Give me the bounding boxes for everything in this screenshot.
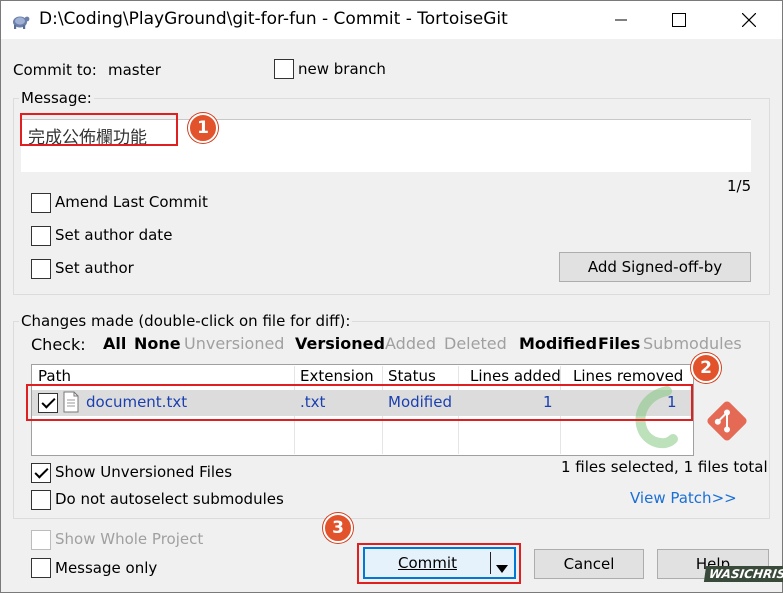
- commit-dialog: D:\Coding\PlayGround\git-for-fun - Commi…: [0, 0, 783, 593]
- column-path[interactable]: Path: [38, 367, 71, 385]
- set-author-label: Set author: [55, 259, 134, 277]
- window-title: D:\Coding\PlayGround\git-for-fun - Commi…: [39, 9, 508, 29]
- cancel-button[interactable]: Cancel: [534, 549, 644, 579]
- watermark-logo: WASICHRIS: [703, 566, 783, 582]
- close-icon: [742, 13, 756, 27]
- filter-submodules[interactable]: Submodules: [643, 334, 742, 353]
- amend-checkbox[interactable]: [31, 193, 51, 213]
- tortoisegit-icon: [9, 10, 31, 32]
- file-status: Modified: [388, 393, 453, 411]
- column-extension[interactable]: Extension: [300, 367, 374, 385]
- set-author-checkbox[interactable]: [31, 259, 51, 279]
- show-whole-project-checkbox: [31, 530, 51, 550]
- add-signed-off-by-button[interactable]: Add Signed-off-by: [559, 252, 751, 282]
- view-patch-link[interactable]: View Patch>>: [630, 489, 737, 507]
- step-3-badge: 3: [323, 513, 353, 543]
- filter-files[interactable]: Files: [598, 334, 640, 353]
- message-text: 完成公佈欄功能: [28, 128, 147, 148]
- filter-none[interactable]: None: [134, 334, 181, 353]
- message-group-label: Message:: [19, 89, 94, 107]
- filter-modified[interactable]: Modified: [519, 334, 597, 353]
- filter-deleted[interactable]: Deleted: [444, 334, 507, 353]
- maximize-button[interactable]: [656, 1, 702, 39]
- new-branch-label: new branch: [298, 60, 386, 78]
- column-lines-added[interactable]: Lines added: [470, 367, 561, 385]
- file-extension: .txt: [300, 393, 326, 411]
- show-unversioned-label: Show Unversioned Files: [55, 463, 233, 481]
- branch-name: master: [108, 61, 161, 79]
- file-path: document.txt: [86, 393, 188, 411]
- no-autoselect-checkbox[interactable]: [31, 490, 51, 510]
- amend-label: Amend Last Commit: [55, 193, 208, 211]
- message-editor[interactable]: 完成公佈欄功能: [21, 119, 751, 172]
- step-1-badge: 1: [188, 113, 218, 143]
- commit-to-label: Commit to:: [13, 61, 97, 79]
- filter-added[interactable]: Added: [385, 334, 436, 353]
- message-only-checkbox[interactable]: [31, 558, 51, 578]
- split-divider: [490, 552, 491, 574]
- no-autoselect-label: Do not autoselect submodules: [55, 490, 284, 508]
- file-lines-added: 1: [543, 393, 553, 411]
- commit-button[interactable]: Commit: [365, 549, 490, 577]
- title-bar: D:\Coding\PlayGround\git-for-fun - Commi…: [1, 1, 782, 39]
- message-only-label: Message only: [55, 559, 158, 577]
- message-counter: 1/5: [727, 177, 752, 195]
- new-branch-checkbox[interactable]: [274, 59, 294, 79]
- close-button[interactable]: [726, 1, 772, 39]
- set-author-date-checkbox[interactable]: [31, 226, 51, 246]
- set-author-date-label: Set author date: [55, 226, 173, 244]
- check-label: Check:: [31, 335, 86, 354]
- show-whole-project-label: Show Whole Project: [55, 530, 204, 548]
- file-row-checkbox[interactable]: [38, 393, 58, 413]
- selection-summary: 1 files selected, 1 files total: [561, 458, 768, 476]
- filter-unversioned[interactable]: Unversioned: [184, 334, 284, 353]
- filter-all[interactable]: All: [103, 334, 126, 353]
- filter-versioned[interactable]: Versioned: [295, 334, 385, 353]
- show-unversioned-checkbox[interactable]: [31, 463, 51, 483]
- commit-split-button[interactable]: Commit: [363, 547, 516, 579]
- git-logo-watermark: [629, 381, 749, 461]
- changes-group-label: Changes made (double-click on file for d…: [19, 312, 353, 330]
- dropdown-arrow-icon[interactable]: [496, 559, 508, 577]
- step-2-badge: 2: [691, 353, 721, 383]
- minimize-button[interactable]: [598, 1, 644, 39]
- column-status[interactable]: Status: [388, 367, 436, 385]
- text-file-icon: [62, 391, 80, 413]
